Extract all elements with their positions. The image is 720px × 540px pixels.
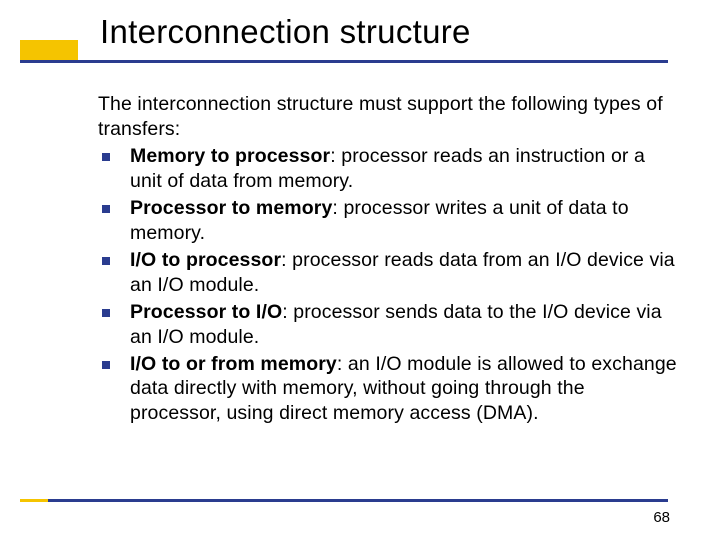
list-item-bold: Memory to processor (130, 145, 330, 167)
bullet-list: Memory to processor: processor reads an … (98, 144, 678, 426)
square-bullet-icon (102, 309, 110, 317)
square-bullet-icon (102, 361, 110, 369)
slide: Interconnection structure The interconne… (0, 0, 720, 540)
square-bullet-icon (102, 153, 110, 161)
list-item: I/O to or from memory: an I/O module is … (98, 352, 678, 427)
intro-text: The interconnection structure must suppo… (98, 92, 678, 142)
slide-title: Interconnection structure (48, 14, 674, 50)
square-bullet-icon (102, 257, 110, 265)
page-number: 68 (653, 509, 670, 526)
list-item-bold: I/O to processor (130, 249, 281, 271)
list-item: Processor to memory: processor writes a … (98, 196, 678, 246)
list-item: I/O to processor: processor reads data f… (98, 248, 678, 298)
list-item-bold: Processor to memory (130, 197, 332, 219)
square-bullet-icon (102, 205, 110, 213)
list-item-bold: Processor to I/O (130, 301, 282, 323)
title-underline (20, 60, 668, 63)
list-item: Processor to I/O: processor sends data t… (98, 300, 678, 350)
list-item-bold: I/O to or from memory (130, 353, 337, 375)
slide-body: The interconnection structure must suppo… (98, 92, 678, 428)
footer-line (20, 499, 668, 502)
list-item: Memory to processor: processor reads an … (98, 144, 678, 194)
footer-accent (20, 499, 48, 502)
